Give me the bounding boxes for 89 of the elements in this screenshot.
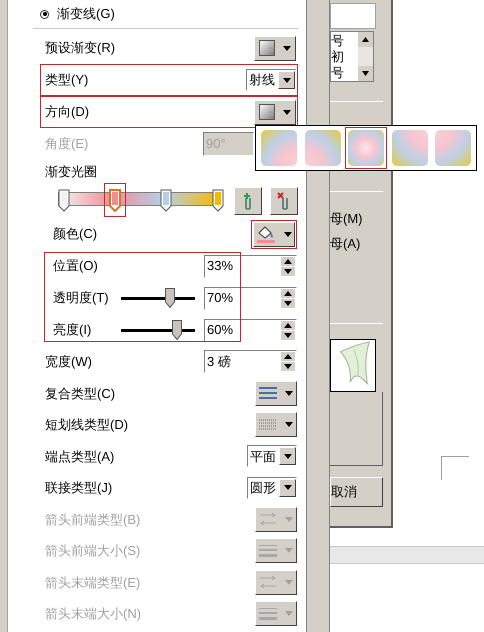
field-label: 位置(O) <box>53 258 98 273</box>
caret-icon <box>284 454 292 459</box>
field-label: 预设渐变(R) <box>45 39 116 58</box>
dropdown-button[interactable] <box>254 36 296 60</box>
dropdown-button[interactable] <box>255 506 297 532</box>
gradient-swatch[interactable] <box>261 130 297 166</box>
slider-thumb[interactable] <box>164 288 175 308</box>
lines-icon <box>259 606 277 621</box>
spin-down-icon[interactable] <box>281 362 295 372</box>
scroll-down-icon[interactable] <box>358 66 373 81</box>
dropdown[interactable]: 圆形 <box>247 476 297 499</box>
lines-icon <box>259 386 277 400</box>
field-label: 短划线类型(D) <box>45 416 128 434</box>
caret-icon <box>284 232 292 236</box>
dropdown-button[interactable] <box>255 570 297 595</box>
list-item[interactable]: 初 <box>331 49 358 65</box>
gradient-swatch[interactable] <box>348 130 384 166</box>
annotation-box <box>104 183 126 217</box>
spin-field[interactable]: 3 磅 <box>204 350 297 374</box>
arrows-icon <box>259 512 277 526</box>
list-item[interactable]: 号 <box>331 33 358 49</box>
option-label: 母(M) <box>330 210 364 227</box>
spin-up-icon[interactable] <box>281 352 295 362</box>
field-label: 渐变线(G) <box>57 5 115 24</box>
caret-icon <box>285 611 293 616</box>
corner-mark <box>441 456 469 480</box>
caret-icon <box>283 110 291 114</box>
gradient-square-icon <box>259 40 275 56</box>
text-field[interactable] <box>330 3 376 29</box>
caret-icon <box>285 422 293 428</box>
gradient-swatch[interactable] <box>435 130 471 166</box>
spin-down-icon[interactable] <box>281 298 295 308</box>
spin-down-icon[interactable] <box>281 266 295 276</box>
dashed-lines-icon <box>259 418 277 431</box>
list-item[interactable]: 号 <box>331 65 358 81</box>
field-label: 端点类型(A) <box>45 448 114 466</box>
dropdown-button[interactable] <box>254 100 296 124</box>
spin-field[interactable]: 60% <box>204 318 297 342</box>
slider[interactable] <box>118 319 198 341</box>
remove-stop-icon <box>277 192 291 210</box>
spin-down-icon[interactable] <box>281 330 295 340</box>
field-label: 箭头前端类型(B) <box>45 510 140 529</box>
field-label: 角度(E) <box>45 135 88 154</box>
dropdown-button[interactable] <box>255 601 297 626</box>
dropdown-button[interactable] <box>255 412 297 438</box>
option-label: 母(A) <box>330 235 362 252</box>
remove-stop-button[interactable] <box>270 187 298 215</box>
spin-field[interactable]: 70% <box>204 286 297 310</box>
dropdown[interactable]: 平面 <box>247 445 297 468</box>
dropdown-button[interactable] <box>255 380 297 406</box>
field-label: 类型(Y) <box>45 71 88 90</box>
slider[interactable] <box>118 287 198 309</box>
field-label: 复合类型(C) <box>45 384 116 403</box>
field-label: 宽度(W) <box>45 353 92 371</box>
spin-up-icon[interactable] <box>281 320 295 330</box>
field-label: 箭头前端大小(S) <box>45 542 140 560</box>
add-stop-button[interactable] <box>234 187 262 215</box>
lines-icon <box>259 544 277 558</box>
field-label: 箭头末端大小(N) <box>45 605 142 623</box>
dropdown[interactable]: 射线 <box>246 69 296 91</box>
caret-icon <box>285 548 293 554</box>
caret-icon <box>284 485 292 490</box>
scroll-up-icon[interactable] <box>358 32 373 47</box>
field-label: 透明度(T) <box>53 290 109 305</box>
field-label: 渐变光圈 <box>45 163 97 182</box>
field-label: 方向(D) <box>45 103 90 122</box>
gradient-swatch[interactable] <box>392 130 428 166</box>
caret-icon <box>285 580 293 585</box>
caret-icon <box>283 46 291 50</box>
arrows-icon <box>259 575 277 590</box>
field-label: 联接类型(J) <box>45 479 112 497</box>
field-label: 箭头末端类型(E) <box>45 574 140 592</box>
caret-icon <box>285 516 293 522</box>
field-label: 亮度(I) <box>53 322 92 337</box>
caret-icon <box>285 390 293 396</box>
gradient-stop[interactable] <box>108 186 121 212</box>
slider-thumb[interactable] <box>172 320 182 340</box>
spin-field[interactable]: 33% <box>204 254 297 278</box>
scrollbar[interactable] <box>358 32 373 81</box>
cancel-button[interactable]: 取消 <box>330 477 383 507</box>
caret-icon <box>282 78 290 82</box>
spin-up-icon[interactable] <box>281 256 295 266</box>
paint-bucket-icon <box>256 225 276 243</box>
gradient-square-icon <box>259 104 275 120</box>
field-label: 颜色(C) <box>53 225 98 244</box>
radio-button[interactable] <box>40 10 49 18</box>
spin-up-icon[interactable] <box>281 288 295 298</box>
gradient-swatch[interactable] <box>304 130 340 166</box>
dropdown-button[interactable] <box>255 538 297 564</box>
